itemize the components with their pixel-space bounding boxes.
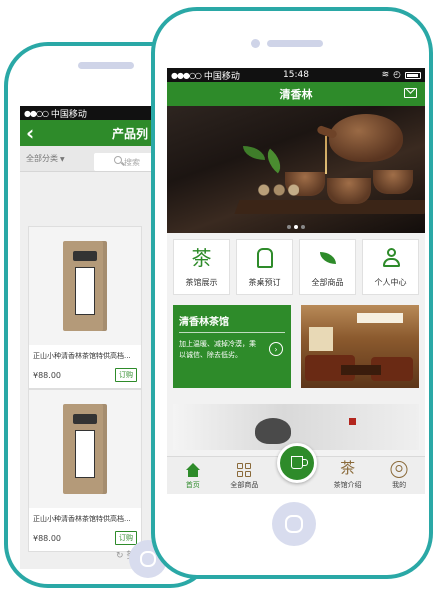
category-label: 个人中心 — [374, 278, 407, 287]
category-label: 茶馆展示 — [185, 278, 218, 287]
grid-icon — [237, 463, 252, 477]
product-card[interactable]: 正山小种清香林茶馆特供高档... ¥88.00 订购 — [28, 389, 142, 552]
product-price: ¥88.00 — [33, 533, 61, 543]
seat-icon — [256, 248, 273, 268]
wifi-icon: ≋ — [381, 70, 390, 80]
category-table-booking[interactable]: 茶桌预订 — [236, 239, 293, 295]
carousel-indicator[interactable] — [287, 225, 305, 229]
signal-icon: ●●○○ — [24, 108, 49, 118]
alarm-icon: ◴ — [393, 70, 401, 80]
tea-leaf-decor — [261, 148, 287, 174]
chevron-down-icon: ▼ — [60, 156, 65, 163]
intro-description: 加上温暖、减掉冷漠，乘以诚信、除去低劣。 — [179, 340, 256, 359]
search-input[interactable]: 搜索 — [94, 153, 158, 171]
speaker — [267, 40, 323, 47]
status-bar: ●●●○○ 中国移动 15:48 ≋ ◴ — [167, 68, 425, 82]
home-screen: ●●●○○ 中国移动 15:48 ≋ ◴ 清香林 茶 茶馆展示 茶桌预订 全部商… — [167, 68, 425, 494]
order-button[interactable]: 订购 — [115, 531, 137, 545]
tab-all-products[interactable]: 全部商品 — [219, 457, 271, 494]
tea-stream — [325, 136, 327, 174]
category-personal-center[interactable]: 个人中心 — [362, 239, 419, 295]
status-bar: ●●○○ 中国移动 15 — [20, 106, 158, 120]
tea-box-illustration — [63, 404, 107, 494]
chevron-right-icon[interactable]: › — [269, 342, 283, 356]
category-dropdown[interactable]: 全部分类 ▼ — [26, 153, 65, 164]
leaf-icon — [319, 252, 336, 264]
bottom-tab-bar: 首页 全部商品 茶 茶馆介绍 我的 — [167, 443, 425, 494]
tab-label: 茶馆介绍 — [333, 481, 362, 489]
kettle-illustration — [255, 418, 291, 444]
tea-table — [341, 365, 381, 375]
title-bar: ‹ 产品列 — [20, 120, 158, 146]
search-icon — [114, 156, 122, 164]
front-camera — [251, 39, 260, 48]
category-label: 茶桌预订 — [248, 278, 281, 287]
window-decor — [309, 327, 333, 351]
tea-leaf-decor — [243, 146, 265, 160]
tab-label: 全部商品 — [230, 481, 259, 489]
home-hardware-button[interactable] — [272, 502, 316, 546]
wall-scroll — [357, 313, 403, 323]
teapot-illustration — [329, 114, 403, 162]
tea-character-icon: 茶 — [191, 246, 212, 270]
status-time: 15:48 — [283, 70, 309, 80]
carrier-label: 中国移动 — [203, 71, 240, 82]
app-title: 清香林 — [279, 88, 313, 101]
category-all-products[interactable]: 全部商品 — [299, 239, 356, 295]
order-button[interactable]: 订购 — [115, 368, 137, 382]
category-label: 全部商品 — [311, 278, 344, 287]
teacup — [327, 178, 371, 204]
user-icon — [382, 248, 400, 268]
category-grid: 茶 茶馆展示 茶桌预订 全部商品 个人中心 — [167, 233, 425, 301]
product-name: 正山小种清香林茶馆特供高档... — [33, 352, 131, 360]
intro-title: 清香林茶馆 — [179, 313, 285, 333]
profile-icon — [390, 461, 408, 478]
product-price: ¥88.00 — [33, 370, 61, 380]
tab-label: 我的 — [392, 481, 407, 489]
feature-row: 清香林茶馆 加上温暖、减掉冷漠，乘以诚信、除去低劣。 › — [167, 301, 425, 393]
category-teahouse-showcase[interactable]: 茶 茶馆展示 — [173, 239, 230, 295]
title-bar: 清香林 — [167, 82, 425, 106]
product-image — [29, 227, 141, 345]
product-name: 正山小种清香林茶馆特供高档... — [33, 515, 131, 523]
tea-tray — [234, 200, 425, 214]
tab-teahouse-intro[interactable]: 茶 茶馆介绍 — [322, 457, 374, 494]
product-list-screen: ●●○○ 中国移动 15 ‹ 产品列 全部分类▼ 搜索 正山小种清香林茶馆特供高… — [20, 106, 158, 569]
back-button[interactable]: ‹ — [26, 123, 34, 143]
center-cup-button[interactable] — [277, 443, 317, 483]
hero-banner[interactable] — [167, 106, 425, 233]
red-seal — [349, 418, 356, 425]
teahouse-intro-card[interactable]: 清香林茶馆 加上温暖、减掉冷漠，乘以诚信、除去低劣。 › — [173, 305, 291, 388]
home-icon — [185, 463, 201, 477]
tab-label: 首页 — [185, 481, 200, 489]
product-card[interactable]: 正山小种清香林茶馆特供高档... ¥88.00 订购 — [28, 226, 142, 389]
tea-balls — [255, 184, 299, 196]
front-phone-frame: ●●●○○ 中国移动 15:48 ≋ ◴ 清香林 茶 茶馆展示 茶桌预订 全部商… — [151, 7, 433, 579]
search-placeholder: 搜索 — [124, 157, 140, 167]
product-image — [29, 390, 141, 508]
tab-home[interactable]: 首页 — [167, 457, 219, 494]
signal-icon: ●●●○○ — [171, 70, 202, 80]
battery-icon — [405, 71, 421, 79]
mockup-stage: ●●○○ 中国移动 15 ‹ 产品列 全部分类▼ 搜索 正山小种清香林茶馆特供高… — [0, 0, 439, 601]
speaker — [78, 62, 134, 69]
tea-box-illustration — [63, 241, 107, 331]
carrier-label: 中国移动 — [50, 109, 87, 120]
teahouse-photo[interactable] — [301, 305, 419, 388]
cup-icon — [291, 456, 308, 469]
category-label: 全部分类 — [26, 154, 58, 163]
tea-character-icon: 茶 — [340, 459, 356, 477]
tab-mine[interactable]: 我的 — [373, 457, 425, 494]
mail-icon[interactable] — [404, 88, 417, 98]
page-title: 产品列 — [112, 126, 149, 141]
teacup — [373, 170, 413, 194]
